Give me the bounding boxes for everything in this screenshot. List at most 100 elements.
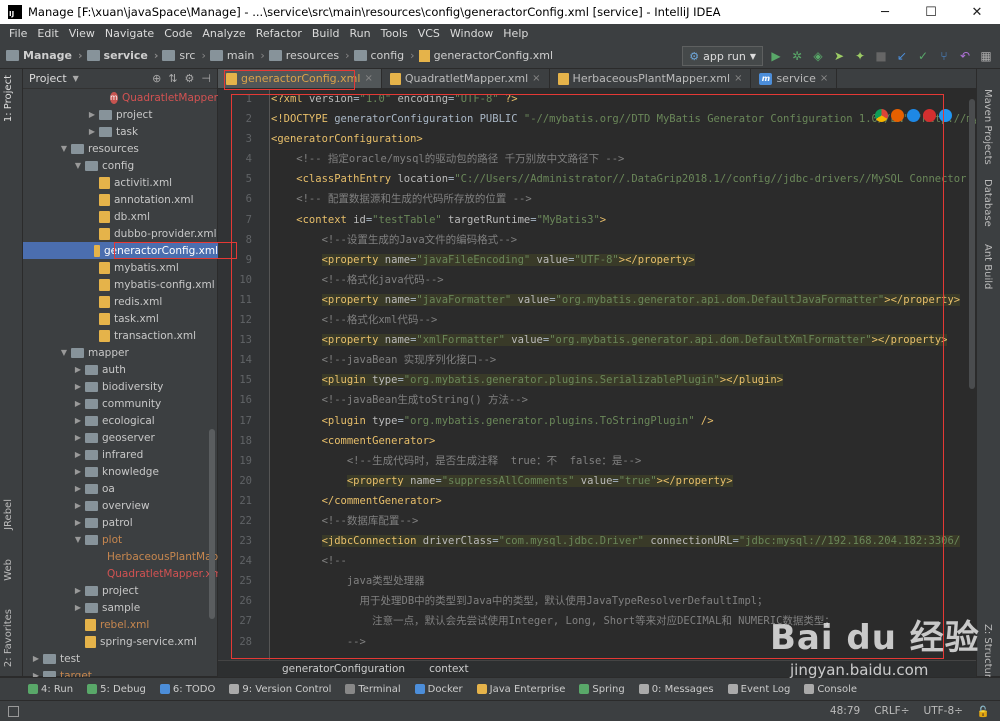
project-scrollbar[interactable] <box>209 429 215 619</box>
tree-node[interactable]: annotation.xml <box>23 191 218 208</box>
tree-node[interactable]: ▶ oa <box>23 480 218 497</box>
tree-node[interactable]: activiti.xml <box>23 174 218 191</box>
tree-node[interactable]: mybatis.xml <box>23 259 218 276</box>
coverage-icon[interactable]: ◈ <box>810 48 826 64</box>
menu-item-window[interactable]: Window <box>450 27 493 40</box>
tree-node[interactable]: ▶ community <box>23 395 218 412</box>
vcs-history-icon[interactable]: ⑂ <box>936 48 952 64</box>
code-line[interactable]: <!--设置生成的Java文件的编码格式--> <box>271 230 976 250</box>
collapse-arrow-icon[interactable]: ▶ <box>73 365 83 374</box>
code-line[interactable]: <commentGenerator> <box>271 431 976 451</box>
tree-node[interactable]: ▶ knowledge <box>23 463 218 480</box>
collapse-arrow-icon[interactable]: ▶ <box>73 399 83 408</box>
code-line[interactable]: <property name="javaFormatter" value="or… <box>271 290 976 310</box>
menu-item-view[interactable]: View <box>69 27 95 40</box>
menu-item-refactor[interactable]: Refactor <box>256 27 302 40</box>
tree-node[interactable]: ▶ overview <box>23 497 218 514</box>
collapse-arrow-icon[interactable]: ▶ <box>73 382 83 391</box>
code-line[interactable]: </commentGenerator> <box>271 491 976 511</box>
collapse-arrow-icon[interactable]: ▶ <box>73 416 83 425</box>
menu-item-code[interactable]: Code <box>164 27 192 40</box>
tool-window-debug[interactable]: 5: Debug <box>87 684 146 695</box>
safari-icon[interactable] <box>907 109 920 122</box>
chrome-icon[interactable] <box>875 109 888 122</box>
code-line[interactable]: <generatorConfiguration> <box>271 129 976 149</box>
menu-item-help[interactable]: Help <box>503 27 528 40</box>
collapse-arrow-icon[interactable]: ▶ <box>87 127 97 136</box>
menu-item-vcs[interactable]: VCS <box>418 27 440 40</box>
scroll-from-source-icon[interactable]: ⇅ <box>168 72 177 85</box>
settings-gear-icon[interactable]: ⚙ <box>185 72 195 85</box>
maximize-button[interactable]: ☐ <box>908 0 954 24</box>
tree-node[interactable]: ▶ biodiversity <box>23 378 218 395</box>
firefox-icon[interactable] <box>891 109 904 122</box>
tree-node[interactable]: ▶ task <box>23 123 218 140</box>
tree-node[interactable]: db.xml <box>23 208 218 225</box>
tool-window-terminal[interactable]: Terminal <box>345 684 401 695</box>
line-separator[interactable]: CRLF÷ <box>874 705 909 717</box>
collapse-arrow-icon[interactable]: ▶ <box>73 586 83 595</box>
expand-arrow-icon[interactable]: ▼ <box>59 348 69 357</box>
favorites-tool-tab[interactable]: 2: Favorites <box>3 609 14 667</box>
project-structure-icon[interactable]: ▦ <box>978 48 994 64</box>
stop-icon[interactable]: ■ <box>873 48 889 64</box>
tree-node[interactable]: HerbaceousPlantMapper.xml <box>23 548 257 565</box>
expand-arrow-icon[interactable]: ▼ <box>59 144 69 153</box>
code-line[interactable]: <plugin type="org.mybatis.generator.plug… <box>271 370 976 390</box>
code-line[interactable]: <jdbcConnection driverClass="com.mysql.j… <box>271 531 976 551</box>
menu-item-analyze[interactable]: Analyze <box>202 27 245 40</box>
tree-node[interactable]: ▶ sample <box>23 599 218 616</box>
code-line[interactable]: <!--生成代码时，是否生成注释 true：不 false：是--> <box>271 451 976 471</box>
code-line[interactable]: <property name="xmlFormatter" value="org… <box>271 330 976 350</box>
close-icon[interactable]: × <box>532 73 540 84</box>
jrebel-run-icon[interactable]: ➤ <box>831 48 847 64</box>
code-content[interactable]: <?xml version="1.0" encoding="UTF-8" ?> <… <box>271 89 976 652</box>
close-window-button[interactable]: ✕ <box>954 0 1000 24</box>
breadcrumb-item[interactable]: src › <box>162 49 206 62</box>
tree-node[interactable]: ▶ ecological <box>23 412 218 429</box>
tool-window-run[interactable]: 4: Run <box>28 684 73 695</box>
project-tool-tab[interactable]: 1: Project <box>3 75 14 122</box>
ant-build-tab[interactable]: Ant Build <box>982 244 993 289</box>
tree-node[interactable]: generactorConfig.xml <box>23 242 218 259</box>
opera-icon[interactable] <box>923 109 936 122</box>
editor-breadcrumb-item[interactable]: context <box>429 663 469 675</box>
tool-window-javaenterprise[interactable]: Java Enterprise <box>476 684 565 695</box>
code-line[interactable]: <!--格式化xml代码--> <box>271 310 976 330</box>
tree-node[interactable]: QuadratletMapper.xml <box>23 565 225 582</box>
tree-node[interactable]: mybatis-config.xml <box>23 276 218 293</box>
collapse-arrow-icon[interactable]: ▶ <box>73 450 83 459</box>
menu-item-tools[interactable]: Tools <box>381 27 408 40</box>
close-icon[interactable]: × <box>734 73 742 84</box>
minimize-button[interactable]: ─ <box>862 0 908 24</box>
close-icon[interactable]: × <box>820 73 828 84</box>
menu-item-edit[interactable]: Edit <box>37 27 58 40</box>
tree-node[interactable]: ▶ patrol <box>23 514 218 531</box>
code-line[interactable]: <!--数据库配置--> <box>271 511 976 531</box>
tree-node[interactable]: ▶ auth <box>23 361 218 378</box>
tree-node[interactable]: rebel.xml <box>23 616 218 633</box>
tree-node[interactable]: dubbo-provider.xml <box>23 225 218 242</box>
tree-node[interactable]: task.xml <box>23 310 218 327</box>
structure-tab[interactable]: Z: Structure <box>982 624 993 684</box>
code-line[interactable]: <?xml version="1.0" encoding="UTF-8" ?> <box>271 89 976 109</box>
editor-tab[interactable]: m service × <box>751 69 838 88</box>
breadcrumb-item[interactable]: service › <box>86 49 158 62</box>
tree-node[interactable]: spring-service.xml <box>23 633 218 650</box>
tree-node[interactable]: m QuadratletMapper <box>23 89 218 106</box>
tree-node[interactable]: ▼ plot <box>23 531 218 548</box>
collapse-arrow-icon[interactable]: ▶ <box>87 110 97 119</box>
file-encoding[interactable]: UTF-8÷ <box>924 705 963 717</box>
close-icon[interactable]: × <box>364 73 372 84</box>
editor-breadcrumb-item[interactable]: generatorConfiguration <box>282 663 405 675</box>
vcs-commit-icon[interactable]: ✓ <box>915 48 931 64</box>
tool-window-messages[interactable]: 0: Messages <box>638 684 714 695</box>
code-line[interactable]: <!--javaBean生成toString() 方法--> <box>271 390 976 410</box>
menu-item-run[interactable]: Run <box>350 27 371 40</box>
database-tab[interactable]: Database <box>982 179 993 227</box>
code-line[interactable]: java类型处理器 <box>271 571 976 591</box>
menu-item-navigate[interactable]: Navigate <box>105 27 154 40</box>
tree-node[interactable]: ▼ mapper <box>23 344 218 361</box>
breadcrumb-item[interactable]: generactorConfig.xml <box>418 49 553 62</box>
status-toggle-icon[interactable] <box>8 705 19 717</box>
